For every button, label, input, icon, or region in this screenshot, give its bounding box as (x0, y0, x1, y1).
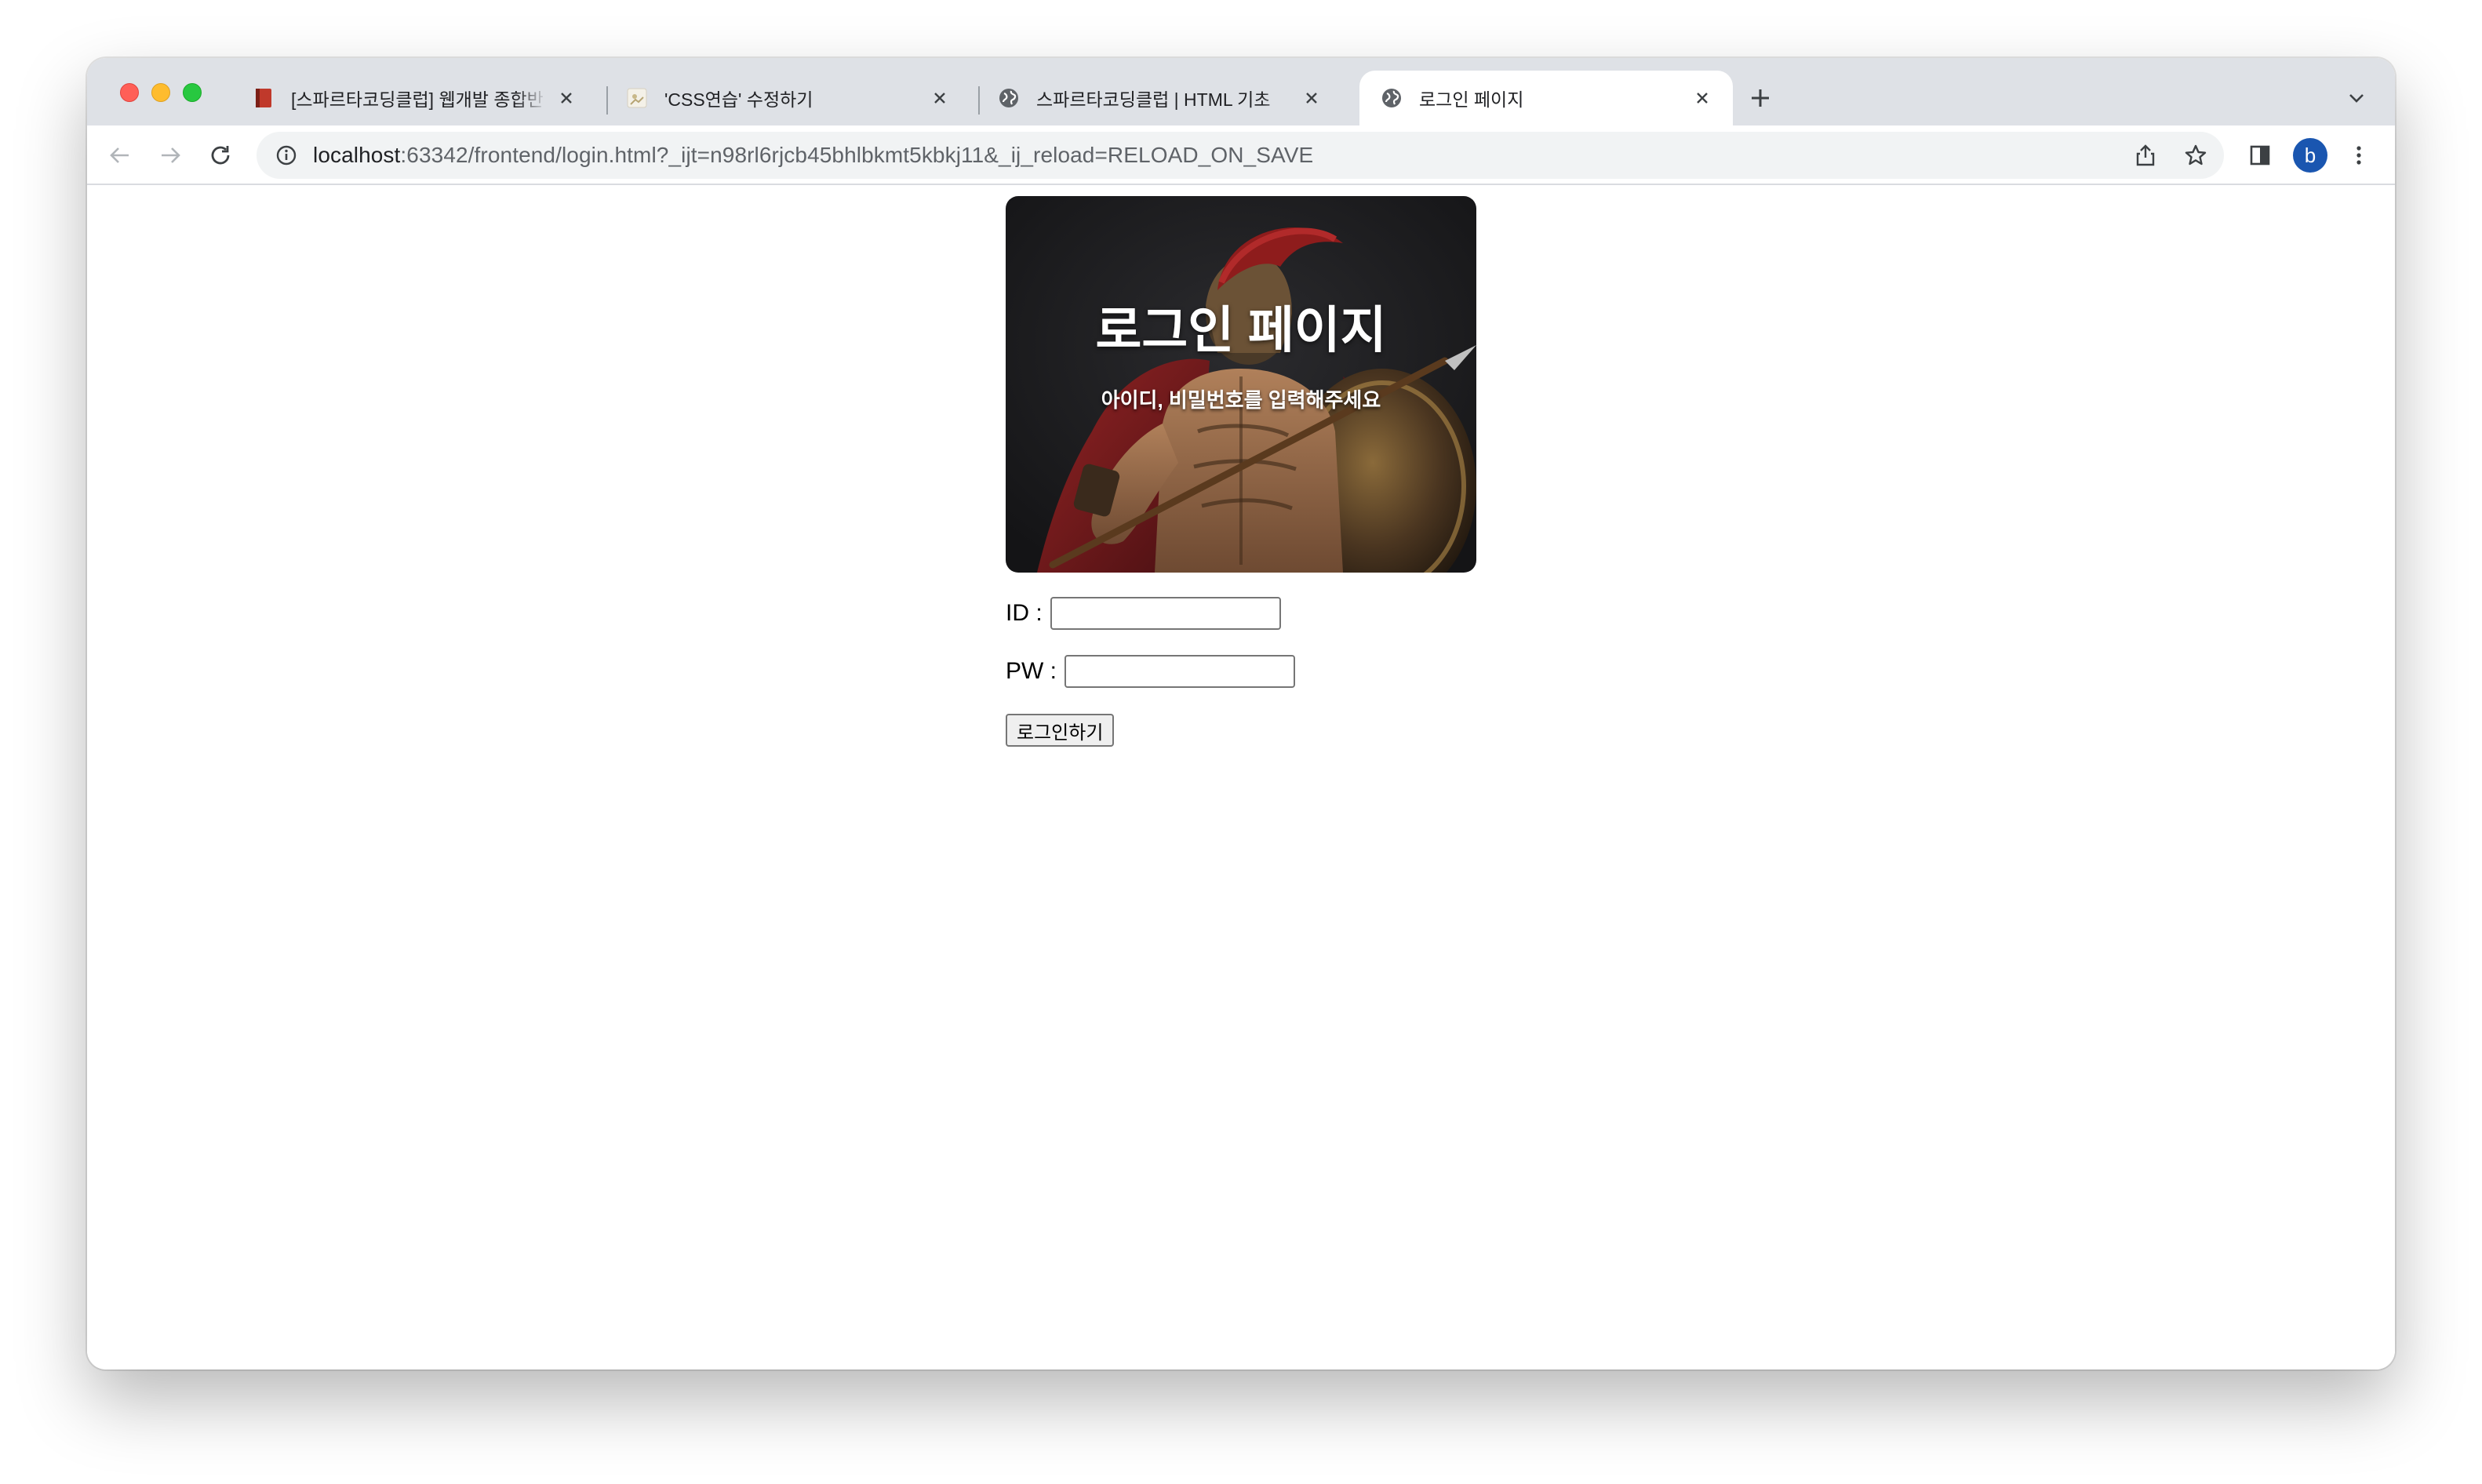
back-button[interactable] (100, 135, 140, 176)
hero-title: 로그인 페이지 (1095, 302, 1387, 358)
browser-toolbar: localhost:63342/frontend/login.html?_ijt… (87, 125, 2395, 185)
close-icon[interactable] (1300, 86, 1323, 110)
tab-login-page[interactable]: 로그인 페이지 (1359, 71, 1733, 125)
pw-label: PW : (1006, 658, 1057, 684)
tab-title: 스파르타코딩클럽 | HTML 기초 (1036, 89, 1271, 110)
forward-button[interactable] (150, 135, 191, 176)
tab-strip: [스파르타코딩클럽] 웹개발 종합반 - 'CSS연습' 수정하기 스파르타코딩… (87, 58, 2395, 125)
close-icon[interactable] (928, 86, 952, 110)
more-vertical-icon (2356, 146, 2361, 165)
close-icon[interactable] (555, 86, 578, 110)
avatar: b (2293, 138, 2327, 173)
globe-icon (997, 86, 1021, 110)
id-input[interactable] (1050, 597, 1281, 630)
info-icon[interactable] (272, 141, 300, 169)
url-text: localhost:63342/frontend/login.html?_ijt… (313, 143, 1313, 168)
share-button[interactable] (2125, 135, 2166, 176)
browser-menu-button[interactable] (2338, 135, 2379, 176)
tab-title: 로그인 페이지 (1419, 89, 1524, 110)
url-host: localhost (313, 143, 401, 167)
arrow-right-icon (162, 147, 180, 163)
side-panel-icon (2250, 145, 2270, 165)
profile-button[interactable]: b (2290, 135, 2331, 176)
star-icon (2185, 144, 2207, 165)
close-icon[interactable] (1690, 86, 1714, 110)
new-tab-button[interactable] (1741, 78, 1780, 118)
close-window-button[interactable] (120, 83, 139, 102)
login-container: 로그인 페이지 아이디, 비밀번호를 입력해주세요 ID : PW : 로그인하… (1006, 196, 1476, 747)
hero-banner: 로그인 페이지 아이디, 비밀번호를 입력해주세요 (1006, 196, 1476, 573)
book-icon (252, 86, 275, 110)
bookmark-button[interactable] (2175, 135, 2216, 176)
reload-button[interactable] (200, 135, 241, 176)
minimize-window-button[interactable] (151, 83, 170, 102)
id-field-row: ID : (1006, 596, 1476, 631)
arrow-left-icon (110, 147, 129, 163)
address-bar[interactable]: localhost:63342/frontend/login.html?_ijt… (257, 132, 2224, 179)
pw-field-row: PW : (1006, 654, 1476, 689)
reload-icon (211, 146, 230, 165)
url-path: :63342/frontend/login.html?_ijt=n98rl6rj… (400, 143, 1314, 167)
login-button[interactable]: 로그인하기 (1006, 714, 1115, 747)
tab-title: 'CSS연습' 수정하기 (664, 89, 813, 110)
tab-html-basics[interactable]: 스파르타코딩클럽 | HTML 기초 (977, 71, 1342, 125)
tab-search-button[interactable] (2337, 78, 2376, 118)
chevron-down-icon (2349, 94, 2364, 103)
tab-title: [스파르타코딩클럽] 웹개발 종합반 - (291, 89, 547, 110)
pw-input[interactable] (1064, 655, 1295, 688)
share-icon (2136, 144, 2155, 166)
plus-icon (1752, 89, 1769, 107)
globe-icon (1380, 86, 1403, 110)
page-icon (625, 86, 649, 110)
side-panel-button[interactable] (2240, 135, 2280, 176)
page-viewport: 로그인 페이지 아이디, 비밀번호를 입력해주세요 ID : PW : 로그인하… (87, 185, 2395, 1369)
tab-sparta-webdev[interactable]: [스파르타코딩클럽] 웹개발 종합반 - (231, 71, 597, 125)
maximize-window-button[interactable] (183, 83, 202, 102)
hero-subtitle: 아이디, 비밀번호를 입력해주세요 (1101, 388, 1381, 412)
browser-window: [스파르타코딩클럽] 웹개발 종합반 - 'CSS연습' 수정하기 스파르타코딩… (87, 58, 2395, 1369)
id-label: ID : (1006, 600, 1043, 626)
tab-css-practice[interactable]: 'CSS연습' 수정하기 (605, 71, 970, 125)
